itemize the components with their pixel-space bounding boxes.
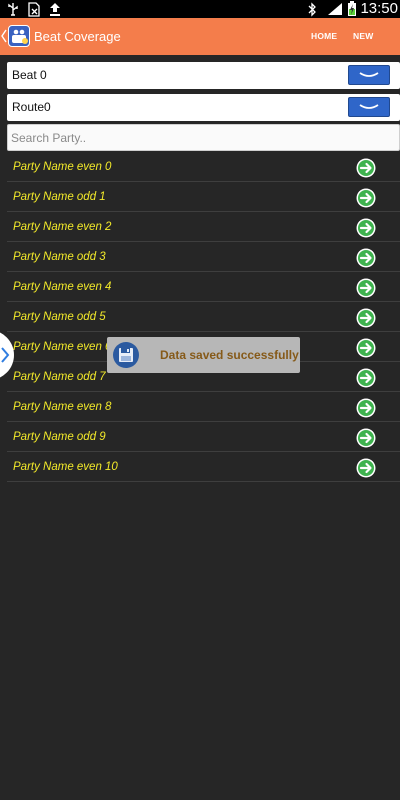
- chevron-down-icon: [359, 72, 379, 77]
- party-name: Party Name odd 9: [13, 431, 106, 443]
- list-item[interactable]: Party Name even 8: [7, 392, 400, 422]
- arrow-right-circle-icon[interactable]: [356, 458, 376, 478]
- status-clock: 13:50: [360, 0, 398, 17]
- list-item[interactable]: Party Name odd 5: [7, 302, 400, 332]
- battery-charging-icon: [346, 0, 358, 18]
- route-dropdown-button[interactable]: [348, 97, 390, 117]
- party-name: Party Name even 4: [13, 281, 112, 293]
- signal-icon: [327, 0, 343, 18]
- chevron-right-icon: [1, 347, 10, 363]
- toast-text: Data saved successfully: [160, 348, 299, 362]
- arrow-right-circle-icon[interactable]: [356, 338, 376, 358]
- action-bar: Beat Coverage HOME NEW PARTY: [0, 18, 400, 78]
- list-item[interactable]: Party Name odd 3: [7, 242, 400, 272]
- party-name: Party Name odd 3: [13, 251, 106, 263]
- search-party-input[interactable]: [7, 124, 400, 151]
- party-list: Party Name even 0 Party Name odd 1 Party N…: [7, 152, 400, 482]
- upload-icon: [48, 0, 62, 18]
- page-title: Beat Coverage: [34, 29, 121, 44]
- route-dropdown[interactable]: Route0: [7, 94, 400, 121]
- arrow-right-circle-icon[interactable]: [356, 248, 376, 268]
- app-screen: 13:50 Beat Coverage HOME NEW PARTY Beat …: [0, 0, 400, 800]
- arrow-right-circle-icon[interactable]: [356, 218, 376, 238]
- party-name: Party Name odd 1: [13, 191, 106, 203]
- party-name: Party Name even 0: [13, 161, 112, 173]
- list-item[interactable]: Party Name odd 9: [7, 422, 400, 452]
- party-name: Party Name even 2: [13, 221, 112, 233]
- arrow-right-circle-icon[interactable]: [356, 308, 376, 328]
- chevron-down-icon: [359, 104, 379, 109]
- home-button[interactable]: HOME: [311, 18, 337, 55]
- toast-message: Data saved successfully: [107, 337, 300, 373]
- list-item[interactable]: Party Name even 4: [7, 272, 400, 302]
- list-item[interactable]: Party Name odd 1: [7, 182, 400, 212]
- list-item[interactable]: Party Name even 10: [7, 452, 400, 482]
- new-party-button[interactable]: NEW PARTY: [353, 18, 400, 78]
- arrow-right-circle-icon[interactable]: [356, 158, 376, 178]
- party-name: Party Name even 10: [13, 461, 118, 473]
- list-item[interactable]: Party Name even 0: [7, 152, 400, 182]
- bluetooth-icon: [306, 0, 318, 18]
- party-name: Party Name even 6: [13, 341, 112, 353]
- beat-dropdown[interactable]: Beat 0: [7, 62, 400, 89]
- beat-selected-value: Beat 0: [12, 68, 47, 82]
- arrow-right-circle-icon[interactable]: [356, 428, 376, 448]
- usb-icon: [6, 0, 20, 18]
- party-name: Party Name odd 7: [13, 371, 106, 383]
- arrow-right-circle-icon[interactable]: [356, 398, 376, 418]
- arrow-right-circle-icon[interactable]: [356, 368, 376, 388]
- floppy-disk-icon: [112, 341, 140, 369]
- arrow-right-circle-icon[interactable]: [356, 278, 376, 298]
- party-name: Party Name odd 5: [13, 311, 106, 323]
- route-selected-value: Route0: [12, 100, 51, 114]
- status-bar: 13:50: [0, 0, 400, 18]
- arrow-right-circle-icon[interactable]: [356, 188, 376, 208]
- list-item[interactable]: Party Name even 2: [7, 212, 400, 242]
- app-logo-icon[interactable]: [8, 25, 30, 47]
- up-caret-icon[interactable]: [1, 26, 7, 46]
- party-name: Party Name even 8: [13, 401, 112, 413]
- beat-dropdown-button[interactable]: [348, 65, 390, 85]
- sd-card-removed-icon: [26, 0, 42, 18]
